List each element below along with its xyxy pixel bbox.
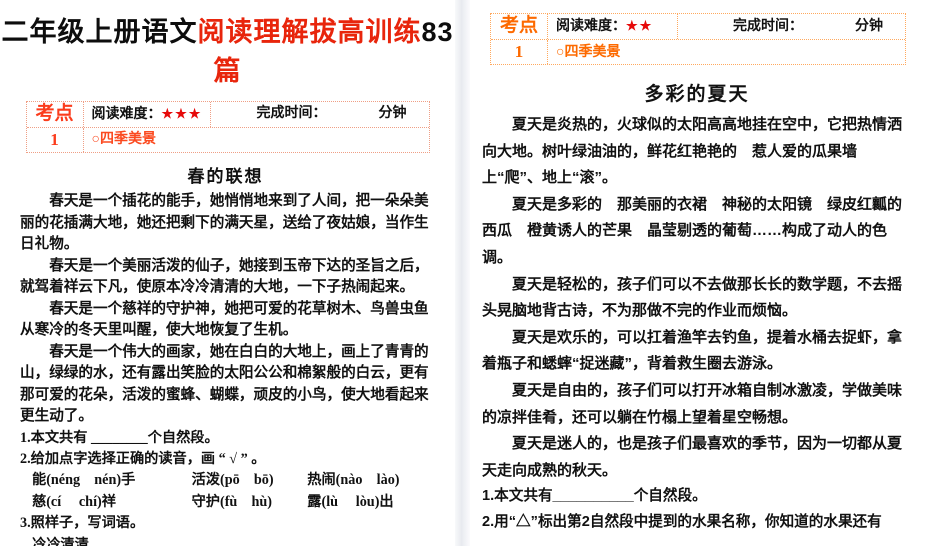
aabb-example: 冷冷清清(AABB式 ) xyxy=(32,536,89,546)
kaodian-number: 1 xyxy=(514,42,524,61)
document-title-suffix: 篇 xyxy=(213,56,242,86)
document-title-number: 83 xyxy=(421,17,454,47)
difficulty-cell: 阅读难度：★★★ xyxy=(82,102,210,127)
passage-paragraph: 春天是一个慈祥的守护神，她把可爱的花草树木、鸟兽虫鱼从寒冷的冬天里叫醒，使大地恢… xyxy=(20,300,429,339)
passage-paragraph: 夏天是欢乐的，可以扛着渔竿去钓鱼，提着水桶去捉虾，拿着瓶子和蟋蟀“捉迷藏”，背着… xyxy=(482,328,903,373)
document-title-red: 阅读理解拔高训练 xyxy=(197,17,422,47)
time-unit: 分钟 xyxy=(378,106,407,121)
kaodian-number: 1 xyxy=(50,130,59,149)
question-3: 3.照样子，写词语。 xyxy=(20,515,145,532)
question-1: 1.本文共有 ________个自然段。 xyxy=(20,429,219,446)
worksheet-page-right: 考点 阅读难度：★★ 完成时间： 分钟 1 ○四季美景 多彩的夏天 夏天是炎热的，… xyxy=(470,0,926,546)
time-label: 完成时间： xyxy=(733,17,803,33)
pinyin-item: 慈(cí chí)祥 xyxy=(32,493,116,510)
worksheet-canvas: 二年级上册语文阅读理解拔高训练83篇 考点 阅读难度：★★★ 完成时间： 分钟 1… xyxy=(0,0,926,546)
pinyin-choice-row: 慈(cí chí)祥 守护(fù hù) 露(lù lòu)出 xyxy=(20,492,431,513)
star-rating-icon: ★★★ xyxy=(161,106,203,121)
passage-paragraph: 夏天是轻松的，孩子们可以不去做那长长的数学题，不去摇头晃脑地背古诗，不为那做不完… xyxy=(482,275,903,320)
time-unit: 分钟 xyxy=(855,17,883,33)
document-title: 二年级上册语文阅读理解拔高训练83 篇 xyxy=(0,10,455,88)
pinyin-item: 露(lù lòu)出 xyxy=(307,493,394,510)
kaodian-header-row-1: 考点 阅读难度：★★★ 完成时间： 分钟 xyxy=(27,102,429,127)
question-1: 1.本文共有__________个自然段。 xyxy=(482,488,707,505)
passage-paragraph: 夏天是多彩的 那美丽的衣裙 神秘的太阳镜 绿皮红瓤的西瓜 橙黄诱人的芒果 晶莹剔… xyxy=(482,195,903,266)
kaodian-header-table: 考点 阅读难度：★★★ 完成时间： 分钟 1 ○四季美景 xyxy=(25,101,430,153)
passage-title: 春的联想 xyxy=(187,167,264,186)
page-gutter xyxy=(455,0,470,546)
kaodian-label: 考点 xyxy=(35,103,74,124)
kaodian-label: 考点 xyxy=(499,15,538,36)
answer-blank: __________ xyxy=(360,536,431,546)
completion-time-cell: 完成时间： 分钟 xyxy=(209,102,429,127)
pinyin-item: 能(néng nén)手 xyxy=(32,472,136,489)
difficulty-label: 阅读难度： xyxy=(556,17,626,33)
kaodian-header-row-2: 1 ○四季美景 xyxy=(491,39,905,64)
topic-label: ○四季美景 xyxy=(547,40,905,64)
kaodian-header-table: 考点 阅读难度：★★ 完成时间： 分钟 1 ○四季美景 xyxy=(490,13,906,65)
topic-label: ○四季美景 xyxy=(82,128,429,152)
question-3-example-row: 冷冷清清(AABB式 ) __________ __________ _____… xyxy=(20,535,431,546)
document-title-black: 二年级上册语文 xyxy=(1,17,198,47)
pinyin-item: 守护(fù hù) xyxy=(191,493,273,510)
time-label: 完成时间： xyxy=(256,106,327,121)
passage-title: 多彩的夏天 xyxy=(644,84,750,105)
passage-paragraph: 春天是一个美丽活泼的仙子，她接到玉帝下达的圣旨之后，就驾着祥云下凡，使原本冷冷清… xyxy=(20,257,429,296)
passage-paragraph: 夏天是自由的，孩子们可以打开冰箱自制冰激凌，学做美味的凉拌佳肴，还可以躺在竹榻上… xyxy=(482,381,903,426)
answer-blank: __________ xyxy=(150,536,222,546)
kaodian-header-row-2: 1 ○四季美景 xyxy=(26,127,429,152)
star-rating-icon: ★★ xyxy=(626,18,654,33)
passage-paragraph: 夏天是迷人的，也是孩子们最喜欢的季节，因为一切都从夏天走向成熟的秋天。 xyxy=(482,435,903,479)
question-2: 2.给加点字选择正确的读音，画 “ √ ” 。 xyxy=(20,450,266,467)
left-passage-area: 春的联想 春天是一个插花的能手，她悄悄地来到了人间，把一朵朵美丽的花插满大地，她… xyxy=(0,162,455,546)
completion-time-cell: 完成时间： 分钟 xyxy=(677,14,905,39)
right-passage-area: 多彩的夏天 夏天是炎热的，火球似的太阳高高地挂在空中，它把热情洒向大地。树叶绿油… xyxy=(470,79,926,546)
difficulty-label: 阅读难度： xyxy=(91,107,162,122)
pinyin-item: 活泼(pō bō) xyxy=(191,472,274,489)
passage-paragraph: 夏天是炎热的，火球似的太阳高高地挂在空中，它把热情洒向大地。树叶绿油油的，鲜花红… xyxy=(482,116,903,187)
worksheet-page-left: 二年级上册语文阅读理解拔高训练83 篇 考点 阅读难度：★★★ 完成时间： 分钟 1… xyxy=(0,0,455,546)
kaodian-header-row-1: 考点 阅读难度：★★ 完成时间： 分钟 xyxy=(491,14,905,39)
passage-paragraph: 春天是一个插花的能手，她悄悄地来到了人间，把一朵朵美丽的花插满大地，她还把剩下的… xyxy=(20,193,429,252)
question-2: 2.用“△”标出第2自然段中提到的水果名称，你知道的水果还有__________… xyxy=(482,513,882,546)
difficulty-cell: 阅读难度：★★ xyxy=(547,14,677,39)
answer-blank: __________ xyxy=(255,536,327,546)
pinyin-choice-row: 能(néng nén)手 活泼(pō bō) 热闹(nào lào) xyxy=(20,470,431,491)
passage-paragraph: 春天是一个伟大的画家，她在白白的大地上，画上了青青的山，绿绿的水，还有露出笑脸的… xyxy=(20,343,429,425)
pinyin-item: 热闹(nào lào) xyxy=(307,472,400,489)
